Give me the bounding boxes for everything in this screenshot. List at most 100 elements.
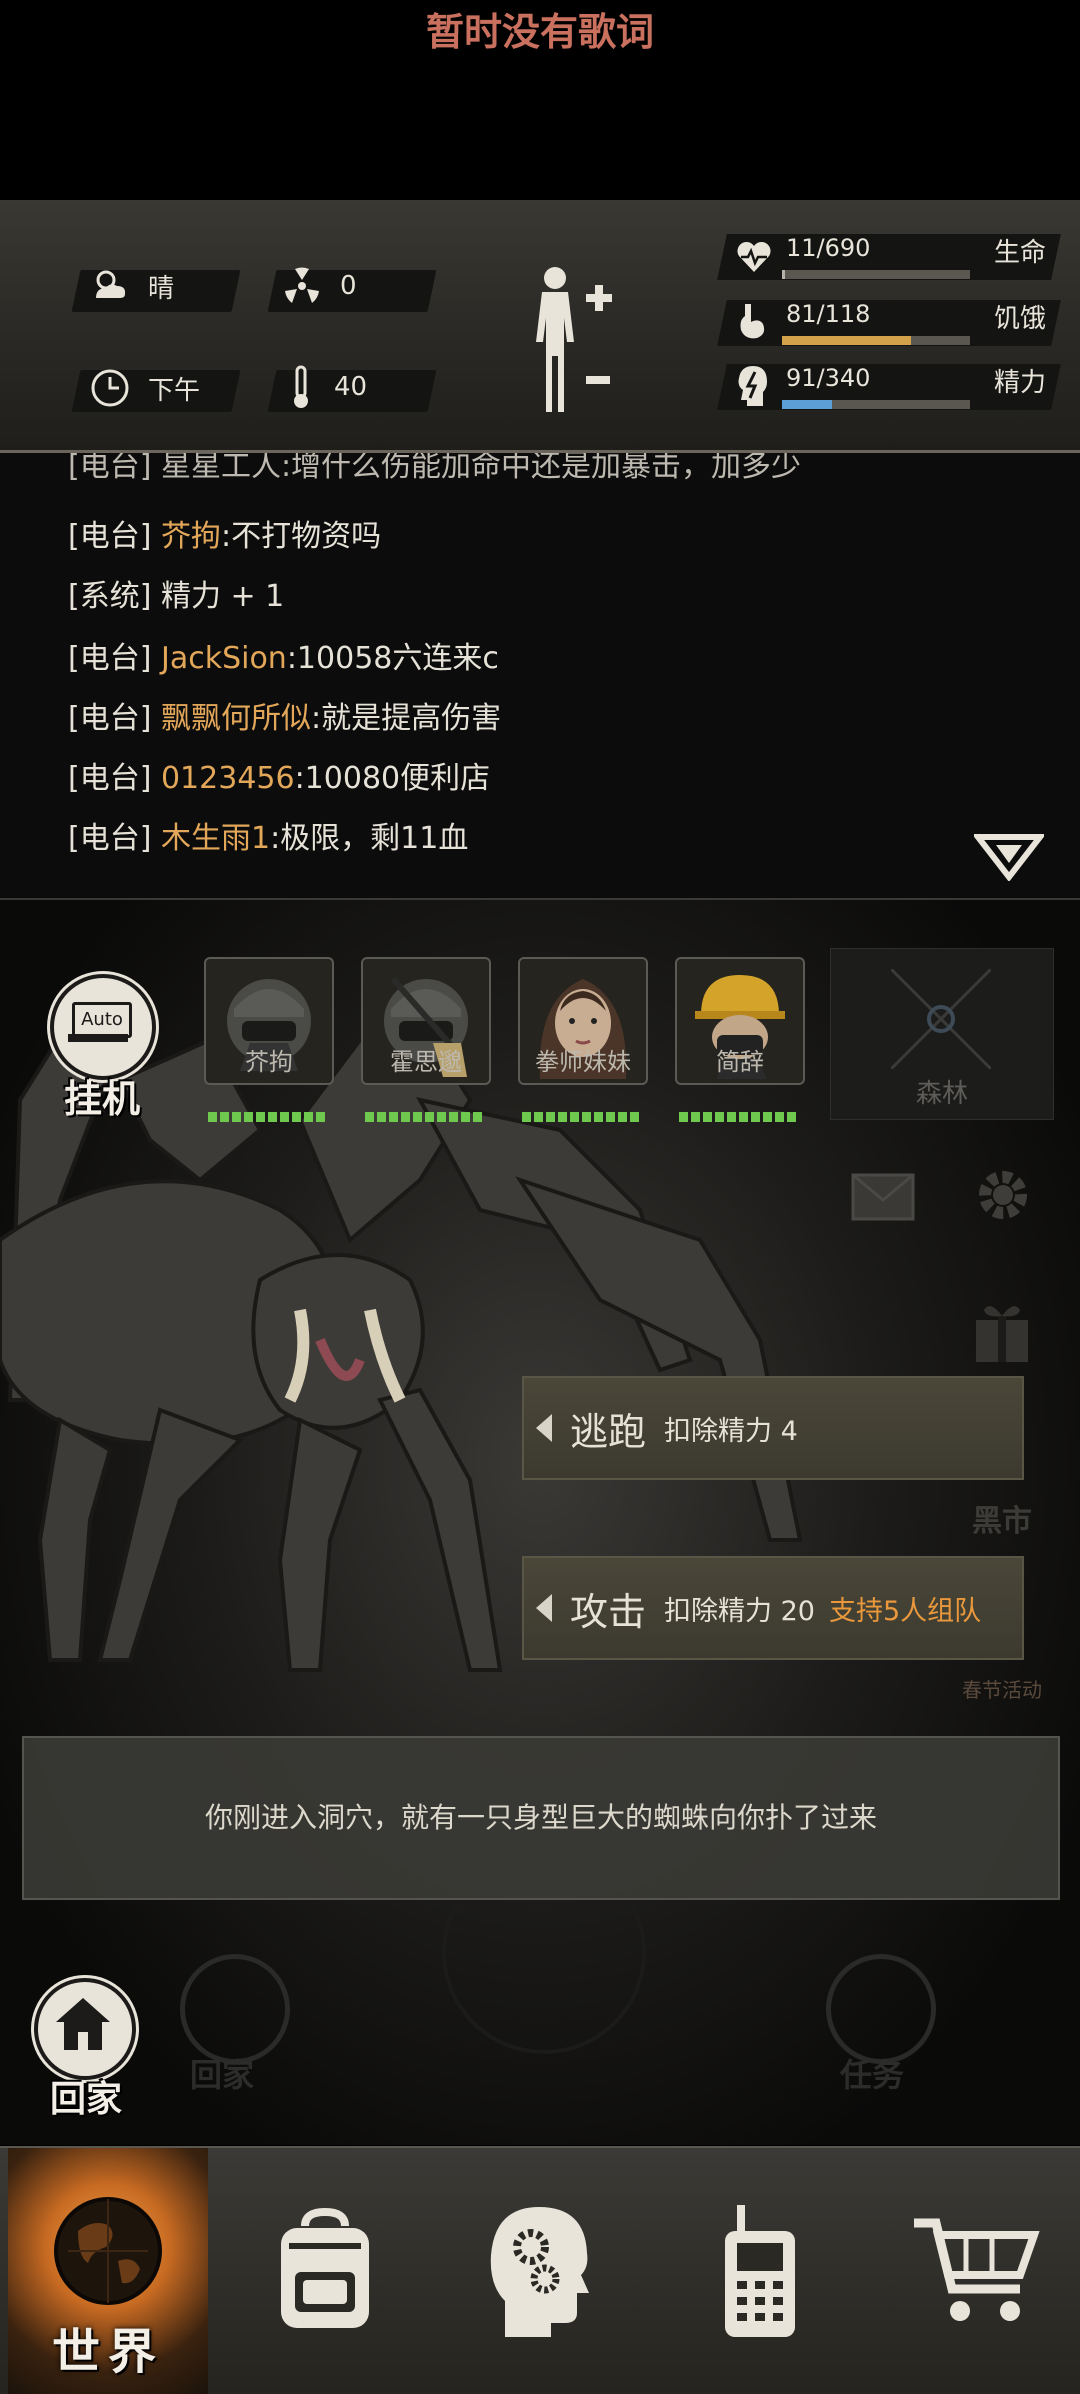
chat-sender[interactable]: 飘飘何所似	[161, 701, 311, 736]
health-bar	[782, 270, 970, 279]
left-arrow-icon	[536, 1594, 552, 1622]
chat-tag: [系统]	[68, 579, 152, 614]
team-member-card[interactable]: 拳师妹妹	[518, 957, 648, 1085]
member-name: 简辞	[716, 1048, 764, 1076]
mail-icon[interactable]	[850, 1172, 916, 1222]
chat-text: :不打物资吗	[220, 519, 382, 554]
energy-label: 精力	[994, 368, 1047, 398]
member-hp-bar	[208, 1112, 328, 1122]
event-label[interactable]: 春节活动	[962, 1674, 1042, 1703]
time-stat: 下午	[90, 368, 200, 408]
hunger-value: 81/118	[786, 300, 871, 328]
action-title: 攻击	[570, 1589, 647, 1634]
energy-value: 91/340	[786, 364, 871, 392]
skills-head-icon	[490, 2207, 589, 2337]
radiation-icon	[285, 267, 319, 303]
action-cost: 扣除精力 4	[664, 1415, 798, 1447]
chat-tag: [电台]	[68, 761, 152, 796]
chat-message: [电台] 木生雨1:极限，剩11血	[68, 813, 468, 857]
chat-message: [电台] JackSion:10058六连来c	[68, 633, 499, 677]
home-faint-icon	[180, 1954, 290, 2064]
weather-stat: 晴	[90, 266, 174, 306]
chat-text: :就是提高伤害	[310, 701, 502, 736]
lyric-banner: 暂时没有歌词	[425, 10, 654, 54]
nav-skills-tab[interactable]	[455, 2148, 625, 2394]
chat-message: [电台] 飘飘何所似:就是提高伤害	[68, 693, 501, 737]
chat-text: :极限，剩11血	[270, 821, 469, 856]
hunger-bar	[782, 336, 970, 345]
member-hp-bar	[522, 1112, 642, 1122]
auto-icon: Auto	[72, 1002, 132, 1038]
chat-collapse-icon[interactable]	[974, 833, 1044, 881]
chat-sender[interactable]: 木生雨1	[161, 821, 270, 856]
nav-backpack-tab[interactable]	[240, 2148, 410, 2394]
action-title: 逃跑	[570, 1409, 647, 1454]
auto-label: 挂机	[63, 1077, 140, 1121]
member-name: 拳师妹妹	[535, 1048, 631, 1076]
gift-icon[interactable]	[972, 1300, 1032, 1366]
member-name: 芥拘	[245, 1048, 293, 1076]
location-marker-icon	[891, 969, 991, 1069]
temperature-value: 40	[334, 372, 368, 402]
health-value: 11/690	[786, 234, 871, 262]
member-hp-bar	[365, 1112, 485, 1122]
chat-partial-line: [电台] 星星工人:增什么伤能加命中还是加暴击，加多少	[68, 453, 802, 484]
nav-radio-tab[interactable]	[675, 2148, 845, 2394]
black-market-label[interactable]: 黑市	[972, 1496, 1032, 1540]
radiation-value: 0	[340, 271, 357, 301]
stomach-icon	[740, 304, 765, 339]
clock-icon	[91, 369, 129, 407]
radiation-stat: 0	[282, 266, 357, 306]
location-map-tile[interactable]: 森林	[830, 948, 1054, 1120]
chat-message: [电台] 芥拘:不打物资吗	[68, 511, 381, 555]
nav-world-tab[interactable]: 世界	[8, 2148, 208, 2394]
energy-head-icon	[738, 366, 767, 406]
task-faint-icon[interactable]	[826, 1954, 936, 2064]
team-member-card[interactable]: 简辞	[675, 957, 805, 1085]
home-faint-label: 回家	[190, 2056, 255, 2094]
member-name: 霍思邈	[390, 1048, 462, 1076]
task-label[interactable]: 任务	[840, 2050, 904, 2096]
body-status-icon[interactable]	[522, 264, 622, 414]
temperature-stat: 40	[286, 364, 367, 410]
team-member-card[interactable]: 霍思邈	[361, 957, 491, 1085]
status-panel: 晴 0 下午 40 11/690 生命 81/118 饥饿 91/340 精力	[0, 200, 1080, 453]
home-label: 回家	[49, 2079, 122, 2120]
flee-button[interactable]: 逃跑 扣除精力 4	[522, 1376, 1024, 1480]
chat-tag: [电台]	[68, 519, 152, 554]
chat-tag: [电台]	[68, 821, 152, 856]
attack-button[interactable]: 攻击 扣除精力 20 支持5人组队	[522, 1556, 1024, 1660]
chat-text: :10058六连来c	[286, 641, 499, 676]
heart-icon	[737, 241, 771, 272]
radio-icon	[725, 2205, 795, 2337]
weather-icon	[96, 270, 126, 298]
health-label: 生命	[994, 238, 1047, 268]
chat-message: [电台] 0123456:10080便利店	[68, 753, 490, 797]
house-icon	[56, 1998, 110, 2050]
chat-sender[interactable]: 0123456	[161, 761, 295, 796]
action-team-note: 支持5人组队	[828, 1595, 982, 1627]
hunger-label: 饥饿	[994, 304, 1047, 334]
left-arrow-icon	[536, 1414, 552, 1442]
cart-icon	[914, 2218, 1040, 2321]
nav-world-label: 世界	[51, 2324, 164, 2380]
energy-bar	[782, 400, 970, 409]
location-label: 森林	[915, 1079, 968, 1109]
backpack-icon	[281, 2207, 369, 2328]
weather-value: 晴	[148, 273, 175, 304]
chat-sender[interactable]: 芥拘	[161, 519, 221, 554]
auto-battle-button[interactable]: Auto 挂机	[48, 974, 158, 1121]
member-hp-bar	[679, 1112, 799, 1122]
chat-log[interactable]: [电台] 星星工人:增什么伤能加命中还是加暴击，加多少 [电台] 芥拘:不打物资…	[0, 453, 1080, 901]
settings-gear-icon[interactable]	[970, 1162, 1036, 1228]
chat-tag: [电台]	[68, 641, 152, 676]
bottom-nav: 世界	[0, 2146, 1080, 2394]
home-button[interactable]: 回家	[28, 1978, 144, 2120]
chat-text: 精力 + 1	[160, 579, 285, 614]
action-cost: 扣除精力 20	[664, 1595, 815, 1627]
team-member-card[interactable]: 芥拘	[204, 957, 334, 1085]
chat-message: [系统] 精力 + 1	[68, 571, 284, 615]
narration-box: 你刚进入洞穴，就有一只身型巨大的蜘蛛向你扑了过来	[22, 1736, 1060, 1900]
chat-sender[interactable]: JackSion	[161, 641, 287, 676]
nav-shop-tab[interactable]	[890, 2148, 1060, 2394]
